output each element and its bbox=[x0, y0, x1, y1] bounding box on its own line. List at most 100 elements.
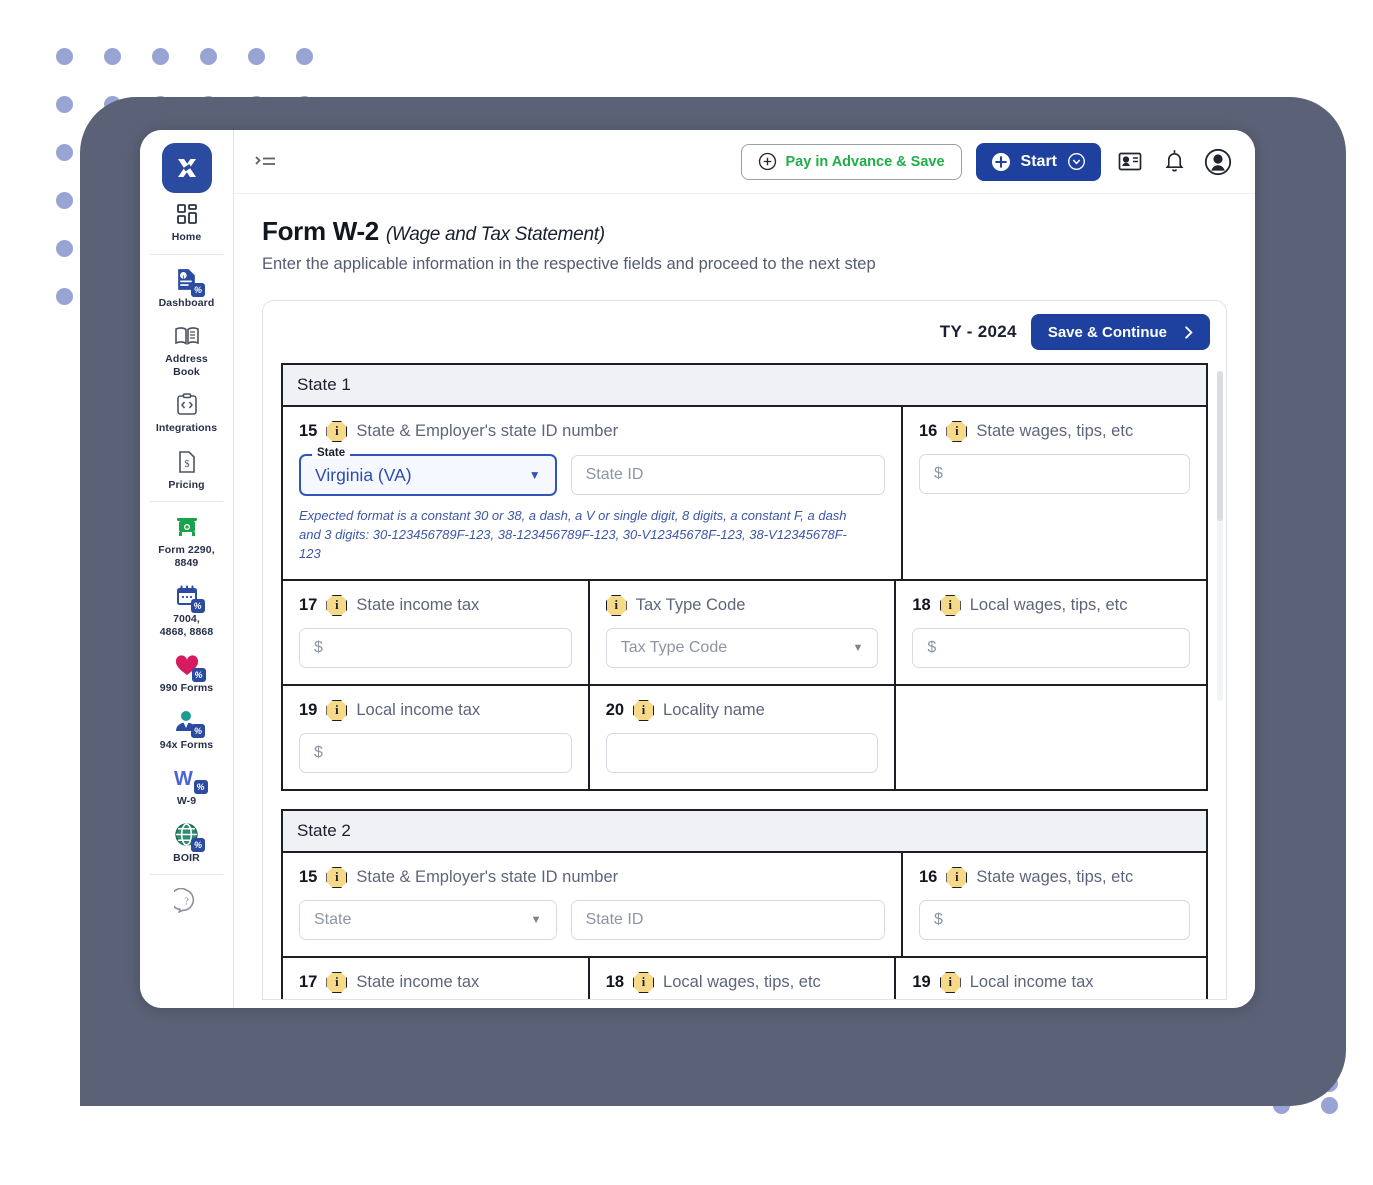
sidebar-group-forms: Form 2290, 8849 % 7004, 4868, 8868 % 990… bbox=[140, 506, 233, 870]
field-15-header: 15 i State & Employer's state ID number bbox=[299, 421, 885, 442]
state2-row-1: 15 i State & Employer's state ID number … bbox=[283, 853, 1206, 958]
state-wages-input[interactable]: $ bbox=[919, 454, 1190, 494]
bell-icon[interactable] bbox=[1159, 147, 1189, 177]
state-wages-placeholder: $ bbox=[934, 911, 943, 928]
sidebar-item-pricing[interactable]: $ Pricing bbox=[140, 441, 233, 498]
info-icon[interactable]: i bbox=[939, 595, 961, 616]
field-label: State income tax bbox=[356, 973, 480, 991]
sidebar-divider bbox=[150, 874, 223, 875]
sidebar-item-home[interactable]: Home bbox=[140, 193, 233, 250]
field-number: 17 bbox=[299, 973, 318, 991]
collapse-menu-icon[interactable] bbox=[250, 149, 280, 175]
state1-row-2: 17 i State income tax $ i Tax Type Code … bbox=[283, 581, 1206, 686]
tax-badge-icon: % bbox=[191, 667, 206, 682]
price-tag-icon: $ bbox=[142, 448, 231, 476]
state-id-placeholder: State ID bbox=[585, 911, 644, 928]
state-id-input[interactable]: State ID bbox=[570, 455, 885, 495]
info-icon[interactable]: i bbox=[326, 700, 348, 721]
sidebar-item-dashboard[interactable]: i % Dashboard bbox=[140, 259, 233, 316]
app-logo[interactable] bbox=[161, 143, 212, 193]
page-header: Form W-2 (Wage and Tax Statement) Enter … bbox=[234, 194, 1255, 282]
start-button[interactable]: Start bbox=[975, 142, 1101, 181]
user-account-icon[interactable] bbox=[1203, 147, 1233, 177]
tax-badge-icon: % bbox=[193, 780, 208, 794]
chevron-down-icon: ▼ bbox=[852, 642, 864, 654]
field-label: State & Employer's state ID number bbox=[356, 422, 619, 440]
form-card: TY - 2024 Save & Continue State 1 15 i S… bbox=[262, 300, 1227, 1000]
sidebar-item-94x-forms[interactable]: % 94x Forms bbox=[140, 701, 233, 758]
logo-x-icon bbox=[177, 159, 196, 177]
field-18-cell: 18 i Local wages, tips, etc bbox=[590, 958, 897, 999]
sidebar-item-7004[interactable]: % 7004, 4868, 8868 bbox=[140, 575, 233, 644]
local-income-tax-input[interactable]: $ bbox=[299, 733, 572, 773]
state-id-placeholder: State ID bbox=[585, 466, 644, 483]
field-label: State wages, tips, etc bbox=[976, 868, 1134, 886]
decorative-dot bbox=[248, 48, 265, 65]
person-tax-icon: % bbox=[142, 708, 231, 738]
info-icon[interactable]: i bbox=[326, 595, 348, 616]
save-and-continue-button[interactable]: Save & Continue bbox=[1030, 314, 1210, 350]
local-wages-input[interactable]: $ bbox=[912, 628, 1190, 668]
sidebar: Home i % Dashboard Address Book Integrat… bbox=[140, 130, 234, 1008]
state-id-input[interactable]: State ID bbox=[570, 900, 885, 940]
address-book-icon bbox=[142, 322, 231, 350]
tax-badge-icon: % bbox=[190, 599, 205, 613]
info-icon[interactable]: i bbox=[326, 972, 348, 993]
sidebar-item-help[interactable]: ? bbox=[140, 879, 233, 923]
top-bar: Pay in Advance & Save Start bbox=[234, 130, 1255, 194]
page-title-subtitle: (Wage and Tax Statement) bbox=[385, 224, 605, 245]
state1-row-3: 19 i Local income tax $ 20 i Locality na… bbox=[283, 686, 1206, 789]
sidebar-item-address-book[interactable]: Address Book bbox=[140, 315, 233, 384]
sidebar-item-990-forms[interactable]: % 990 Forms bbox=[140, 644, 233, 701]
info-icon[interactable]: i bbox=[633, 972, 655, 993]
state-select[interactable]: State Virginia (VA) ▼ bbox=[299, 447, 557, 496]
field-label: Local wages, tips, etc bbox=[969, 596, 1128, 614]
info-icon[interactable]: i bbox=[946, 867, 968, 888]
decorative-dot bbox=[56, 192, 73, 209]
sidebar-item-form-2290[interactable]: Form 2290, 8849 bbox=[140, 506, 233, 575]
field-label: State wages, tips, etc bbox=[976, 422, 1134, 440]
sidebar-item-integrations[interactable]: Integrations bbox=[140, 384, 233, 441]
state-select[interactable]: State ▼ bbox=[299, 900, 557, 940]
locality-name-input[interactable] bbox=[605, 733, 879, 773]
info-icon[interactable]: i bbox=[605, 595, 627, 616]
field-label: State income tax bbox=[356, 596, 480, 614]
state-wages-input[interactable]: $ bbox=[919, 900, 1190, 940]
info-icon[interactable]: i bbox=[946, 421, 968, 442]
decorative-dot bbox=[56, 240, 73, 257]
info-icon[interactable]: i bbox=[326, 867, 348, 888]
chevron-down-icon: ▼ bbox=[528, 468, 541, 482]
sidebar-item-label: 7004, 4868, 8868 bbox=[159, 613, 214, 638]
vertical-scrollbar[interactable] bbox=[1217, 371, 1223, 701]
pay-in-advance-label: Pay in Advance & Save bbox=[785, 153, 945, 170]
plus-circle-filled-icon bbox=[991, 152, 1010, 171]
tax-type-code-select[interactable]: Tax Type Code ▼ bbox=[605, 628, 879, 668]
state-block-heading: State 2 bbox=[283, 811, 1206, 853]
chevron-down-circle-icon bbox=[1068, 153, 1085, 170]
sidebar-divider bbox=[150, 501, 223, 502]
pay-in-advance-button[interactable]: Pay in Advance & Save bbox=[740, 143, 962, 180]
sidebar-item-label: Pricing bbox=[168, 478, 205, 491]
decorative-dot bbox=[152, 48, 169, 65]
contact-card-icon[interactable] bbox=[1115, 147, 1145, 177]
app-window: Home i % Dashboard Address Book Integrat… bbox=[140, 130, 1255, 1008]
field-19-header: 19 i Local income tax bbox=[912, 972, 1190, 993]
field-label: Local income tax bbox=[356, 701, 481, 719]
field-16-cell: 16 i State wages, tips, etc $ bbox=[903, 407, 1206, 579]
info-icon[interactable]: i bbox=[939, 972, 961, 993]
field-19-header: 19 i Local income tax bbox=[299, 700, 572, 721]
sidebar-item-w9[interactable]: W % W-9 bbox=[140, 757, 233, 814]
info-icon[interactable]: i bbox=[633, 700, 655, 721]
code-clipboard-icon bbox=[142, 391, 231, 419]
page-title: Form W-2 (Wage and Tax Statement) bbox=[262, 216, 1227, 247]
info-icon[interactable]: i bbox=[326, 421, 348, 442]
sidebar-item-label: Integrations bbox=[155, 422, 218, 434]
field-17-cell: 17 i State income tax $ bbox=[283, 581, 590, 684]
sidebar-item-label: Home bbox=[171, 231, 202, 243]
state-income-tax-input[interactable]: $ bbox=[299, 628, 572, 668]
field-label: Tax Type Code bbox=[635, 596, 746, 614]
field-18-header: 18 i Local wages, tips, etc bbox=[606, 972, 879, 993]
field-17-header: 17 i State income tax bbox=[299, 972, 572, 993]
decorative-dot bbox=[56, 288, 73, 305]
sidebar-item-boir[interactable]: % BOIR bbox=[140, 814, 233, 871]
